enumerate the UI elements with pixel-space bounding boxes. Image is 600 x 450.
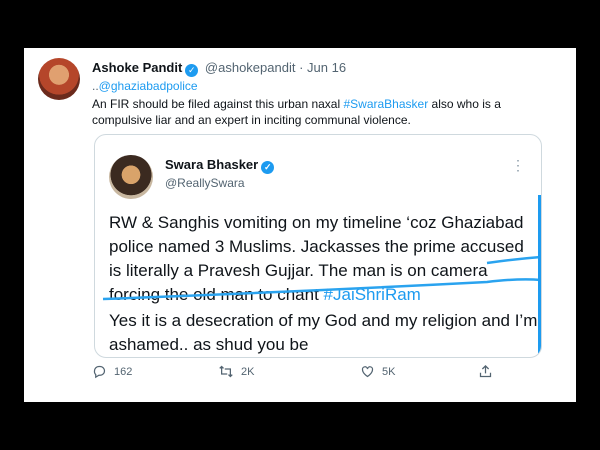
like-count: 5K <box>382 365 396 378</box>
reply-button[interactable]: 162 <box>92 364 132 379</box>
heart-icon <box>361 366 374 378</box>
verified-badge-icon: ✓ <box>261 161 275 174</box>
quoted-avatar[interactable] <box>109 155 153 199</box>
reply-count: 162 <box>114 365 133 378</box>
quoted-text: RW & Sanghis vomiting on my timeline ‘co… <box>109 211 539 357</box>
retweet-icon <box>219 365 233 378</box>
hashtag-link[interactable]: #SwaraBhasker <box>343 97 428 111</box>
quoted-tweet[interactable]: Swara Bhasker ✓ @ReallySwara ⋮ RW & Sangh… <box>94 134 542 358</box>
retweet-count: 2K <box>241 365 255 378</box>
share-button[interactable] <box>478 364 493 379</box>
reply-mention: ..@ghaziabadpolice <box>92 79 198 93</box>
tweet-actions: 162 2K 5K <box>92 364 512 384</box>
quoted-author-name[interactable]: Swara Bhasker ✓ <box>165 157 277 174</box>
tweet-text: An FIR should be filed against this urba… <box>92 97 501 127</box>
author-name[interactable]: Ashoke Pandit <box>92 60 182 75</box>
scrollbar[interactable] <box>538 195 541 357</box>
verified-badge-icon: ✓ <box>185 64 199 77</box>
retweet-button[interactable]: 2K <box>218 364 254 379</box>
author-avatar[interactable] <box>38 58 80 100</box>
reply-icon <box>93 365 106 379</box>
tweet-date[interactable]: · Jun 16 <box>299 60 346 75</box>
quoted-paragraph-2: Yes it is a desecration of my God and my… <box>109 311 538 354</box>
like-button[interactable]: 5K <box>360 364 395 379</box>
author-handle[interactable]: @ashokepandit <box>205 60 296 75</box>
quoted-hashtag-link[interactable]: #JaiShriRam <box>324 285 421 304</box>
mention-link[interactable]: @ghaziabadpolice <box>99 79 198 93</box>
tweet-header: Ashoke Pandit ✓ @ashokepandit · Jun 16 <box>92 60 346 77</box>
share-icon <box>479 364 492 378</box>
quoted-paragraph-1: RW & Sanghis vomiting on my timeline ‘co… <box>109 213 524 304</box>
more-options-icon[interactable]: ⋮ <box>511 157 525 174</box>
quoted-author-handle[interactable]: @ReallySwara <box>165 176 245 190</box>
tweet-card: Ashoke Pandit ✓ @ashokepandit · Jun 16 ..… <box>24 48 576 402</box>
